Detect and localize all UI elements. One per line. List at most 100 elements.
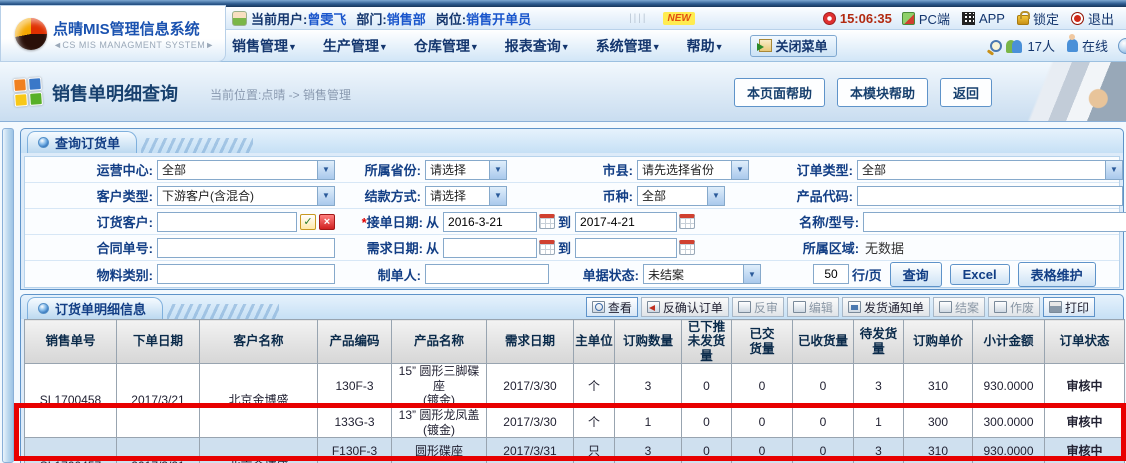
- pc-client-icon[interactable]: [902, 12, 915, 25]
- logout-label[interactable]: 退出: [1088, 9, 1114, 28]
- cell-qty[interactable]: 3: [615, 438, 682, 463]
- cell-received[interactable]: 0: [793, 364, 854, 408]
- receive-date-from-input[interactable]: [443, 212, 537, 232]
- header-button-2[interactable]: 返回: [940, 78, 992, 107]
- cell-status[interactable]: 审核中: [1045, 438, 1125, 463]
- online-count[interactable]: 17人: [1028, 36, 1055, 55]
- online-users-icon[interactable]: [1006, 39, 1024, 53]
- creator-input[interactable]: [425, 264, 549, 284]
- cell-status[interactable]: 审核中: [1045, 364, 1125, 408]
- currency-select[interactable]: 全部 ▼: [637, 186, 725, 206]
- customer-type-select[interactable]: 下游客户(含混合) ▼: [157, 186, 335, 206]
- cell-need_date[interactable]: 2017/3/30: [487, 364, 574, 408]
- menu-item-3[interactable]: 报表查询▼: [505, 36, 570, 56]
- cell-received[interactable]: 0: [793, 408, 854, 438]
- cell-order-date[interactable]: 2017/3/21: [117, 364, 200, 438]
- cell-subtotal[interactable]: 300.0000: [973, 408, 1045, 438]
- cell-order-date[interactable]: 2017/3/21: [117, 438, 200, 463]
- cell-delivered[interactable]: 0: [732, 438, 793, 463]
- cell-price[interactable]: 300: [904, 408, 973, 438]
- customer-picker-icon[interactable]: ✓: [300, 214, 316, 230]
- search-icon[interactable]: [990, 40, 1002, 52]
- cell-pushed[interactable]: 0: [682, 364, 732, 408]
- receive-date-to-input[interactable]: [575, 212, 677, 232]
- cell-customer[interactable]: 北京金博盛: [200, 364, 318, 438]
- demand-date-from-input[interactable]: [443, 238, 537, 258]
- cell-delivered[interactable]: 0: [732, 408, 793, 438]
- menu-item-2[interactable]: 仓库管理▼: [414, 36, 479, 56]
- table-row[interactable]: SL17004572017/3/21北京金博盛F130F-3圆形碟座2017/3…: [25, 438, 1125, 463]
- cell-unit[interactable]: 个: [574, 408, 615, 438]
- customer-clear-icon[interactable]: ×: [319, 214, 335, 230]
- cell-code[interactable]: 130F-3: [318, 364, 392, 408]
- excel-button[interactable]: Excel: [950, 264, 1010, 285]
- logout-icon[interactable]: [1071, 12, 1084, 25]
- calendar-icon[interactable]: [679, 214, 695, 229]
- contract-no-input[interactable]: [157, 238, 335, 258]
- cell-price[interactable]: 310: [904, 364, 973, 408]
- toolbar-button-view[interactable]: 查看: [586, 297, 638, 317]
- left-splitter-handle[interactable]: [2, 128, 14, 463]
- payment-method-select[interactable]: 请选择 ▼: [425, 186, 507, 206]
- lock-label[interactable]: 锁定: [1033, 9, 1059, 28]
- close-menu-button[interactable]: 关闭菜单: [750, 35, 837, 57]
- table-row[interactable]: SL17004582017/3/21北京金博盛130F-315” 圆形三脚碟座 …: [25, 364, 1125, 408]
- cell-qty[interactable]: 3: [615, 364, 682, 408]
- cell-customer[interactable]: 北京金博盛: [200, 438, 318, 463]
- toolbar-button-print[interactable]: 打印: [1043, 297, 1095, 317]
- page-size-input[interactable]: [813, 264, 849, 284]
- online-label[interactable]: 在线: [1082, 36, 1108, 55]
- toolbar-button-unconfirm-order[interactable]: 反确认订单: [641, 297, 729, 317]
- app-label[interactable]: APP: [979, 11, 1005, 26]
- cell-price[interactable]: 310: [904, 438, 973, 463]
- name-model-input[interactable]: [863, 212, 1126, 232]
- cell-pushed[interactable]: 0: [682, 408, 732, 438]
- menu-item-1[interactable]: 生产管理▼: [323, 36, 388, 56]
- toolbar-button-delivery-note[interactable]: 发货通知单: [842, 297, 930, 317]
- tab-order-details[interactable]: 订货单明细信息: [27, 297, 163, 319]
- cell-pending[interactable]: 3: [854, 438, 904, 463]
- material-category-input[interactable]: [157, 264, 335, 284]
- province-select[interactable]: 请选择 ▼: [425, 160, 507, 180]
- cell-name[interactable]: 13” 圆形龙凤盖 (镀金): [392, 408, 487, 438]
- calendar-icon[interactable]: [539, 214, 555, 229]
- cell-need_date[interactable]: 2017/3/31: [487, 438, 574, 463]
- lock-icon[interactable]: [1017, 15, 1029, 25]
- cell-pushed[interactable]: 0: [682, 438, 732, 463]
- pc-client-label[interactable]: PC端: [919, 9, 950, 28]
- cell-code[interactable]: F130F-3: [318, 438, 392, 463]
- person-icon[interactable]: [1067, 39, 1078, 52]
- menu-item-5[interactable]: 帮助▼: [687, 36, 724, 56]
- tab-query-orders[interactable]: 查询订货单: [27, 131, 137, 153]
- cell-order-no[interactable]: SL1700458: [25, 364, 117, 438]
- product-code-input[interactable]: [857, 186, 1123, 206]
- cell-status[interactable]: 审核中: [1045, 408, 1125, 438]
- calendar-icon[interactable]: [679, 240, 695, 255]
- cell-pending[interactable]: 1: [854, 408, 904, 438]
- header-button-1[interactable]: 本模块帮助: [837, 78, 928, 107]
- cell-unit[interactable]: 只: [574, 438, 615, 463]
- cell-unit[interactable]: 个: [574, 364, 615, 408]
- doc-status-select[interactable]: 未结案 ▼: [643, 264, 761, 284]
- cell-received[interactable]: 0: [793, 438, 854, 463]
- operation-center-select[interactable]: 全部 ▼: [157, 160, 335, 180]
- header-button-0[interactable]: 本页面帮助: [734, 78, 825, 107]
- cell-subtotal[interactable]: 930.0000: [973, 438, 1045, 463]
- order-customer-input[interactable]: [157, 212, 297, 232]
- app-qr-icon[interactable]: [962, 12, 975, 25]
- cell-need_date[interactable]: 2017/3/30: [487, 408, 574, 438]
- calendar-icon[interactable]: [539, 240, 555, 255]
- cell-delivered[interactable]: 0: [732, 364, 793, 408]
- menu-item-0[interactable]: 销售管理▼: [232, 36, 297, 56]
- order-type-select[interactable]: 全部 ▼: [857, 160, 1123, 180]
- cell-code[interactable]: 133G-3: [318, 408, 392, 438]
- search-button[interactable]: 查询: [890, 262, 942, 287]
- menu-item-4[interactable]: 系统管理▼: [596, 36, 661, 56]
- city-select[interactable]: 请先选择省份 ▼: [637, 160, 749, 180]
- cell-subtotal[interactable]: 930.0000: [973, 364, 1045, 408]
- cell-order-no[interactable]: SL1700457: [25, 438, 117, 463]
- demand-date-to-input[interactable]: [575, 238, 677, 258]
- cell-name[interactable]: 圆形碟座: [392, 438, 487, 463]
- cell-pending[interactable]: 3: [854, 364, 904, 408]
- cell-qty[interactable]: 1: [615, 408, 682, 438]
